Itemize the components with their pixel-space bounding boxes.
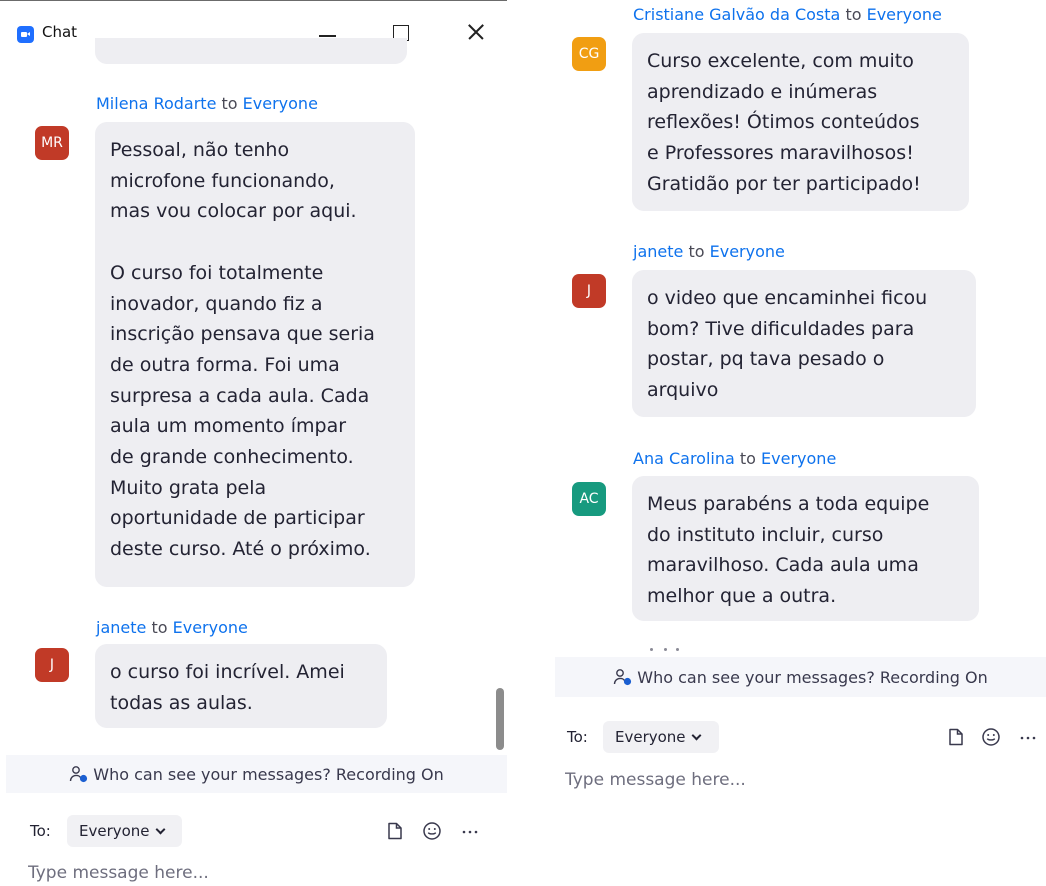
message-bubble: Meus parabéns a toda equipe do instituto… <box>632 476 979 621</box>
chat-window-right: Cristiane Galvão da Costa to Everyone CG… <box>555 0 1046 886</box>
chevron-down-icon <box>155 824 165 834</box>
to-label: To: <box>30 822 51 840</box>
sender-name[interactable]: Ana Carolina <box>633 449 740 468</box>
message-header: Ana Carolina to Everyone <box>633 449 836 468</box>
avatar: J <box>35 648 69 682</box>
message-bubble: o curso foi incrível. Amei todas as aula… <box>95 644 387 728</box>
to-word: to <box>845 5 862 24</box>
message-bubble: Curso excelente, com muito aprendizado e… <box>632 33 969 211</box>
more-icon[interactable] <box>1018 727 1038 747</box>
sender-name[interactable]: janete <box>633 242 683 261</box>
to-word: to <box>739 449 756 468</box>
sender-name[interactable]: Cristiane Galvão da Costa <box>633 5 840 24</box>
visibility-notice[interactable]: Who can see your messages? Recording On <box>555 657 1046 697</box>
sender-name[interactable]: janete <box>96 618 146 637</box>
recipient-value: Everyone <box>79 822 150 840</box>
message-header: Milena Rodarte to Everyone <box>96 94 318 113</box>
close-icon[interactable] <box>463 19 489 45</box>
more-icon[interactable] <box>460 821 480 841</box>
previous-message-bubble <box>95 38 407 64</box>
sender-name[interactable]: Milena Rodarte <box>96 94 216 113</box>
avatar: CG <box>572 37 606 71</box>
message-bubble: Pessoal, não tenho microfone funcionando… <box>95 122 415 587</box>
zoom-chat-icon <box>17 26 34 43</box>
message-recipient[interactable]: Everyone <box>173 618 248 637</box>
notice-text: Who can see your messages? Recording On <box>637 667 988 687</box>
notice-text: Who can see your messages? Recording On <box>93 764 444 784</box>
message-recipient[interactable]: Everyone <box>243 94 318 113</box>
recipient-dropdown[interactable]: Everyone <box>603 721 719 753</box>
emoji-icon[interactable] <box>422 821 442 841</box>
recipient-dropdown[interactable]: Everyone <box>67 815 182 847</box>
scrollbar[interactable] <box>493 62 506 750</box>
scrollbar-thumb[interactable] <box>496 688 504 750</box>
to-word: to <box>151 618 168 637</box>
to-word: to <box>221 94 238 113</box>
window-title: Chat <box>42 23 78 41</box>
to-word: to <box>688 242 705 261</box>
visibility-notice[interactable]: Who can see your messages? Recording On <box>6 755 507 793</box>
emoji-icon[interactable] <box>981 727 1001 747</box>
message-header: Cristiane Galvão da Costa to Everyone <box>633 5 942 24</box>
next-message-fragment <box>650 646 690 652</box>
users-icon <box>69 765 89 783</box>
message-input[interactable] <box>28 861 488 885</box>
message-recipient[interactable]: Everyone <box>867 5 942 24</box>
message-input[interactable] <box>565 768 1035 792</box>
to-label: To: <box>567 728 588 746</box>
chat-window-left: Chat Milena Rodarte to Everyone MR Pesso… <box>0 0 507 886</box>
message-recipient[interactable]: Everyone <box>710 242 785 261</box>
message-header: janete to Everyone <box>633 242 785 261</box>
file-icon[interactable] <box>946 727 966 747</box>
message-header: janete to Everyone <box>96 618 248 637</box>
avatar: J <box>572 274 606 308</box>
recipient-value: Everyone <box>615 728 686 746</box>
users-icon <box>613 668 633 686</box>
avatar: AC <box>572 482 606 516</box>
file-icon[interactable] <box>385 821 405 841</box>
avatar: MR <box>35 126 69 160</box>
message-bubble: o video que encaminhei ficou bom? Tive d… <box>632 270 976 417</box>
message-recipient[interactable]: Everyone <box>761 449 836 468</box>
chevron-down-icon <box>691 730 701 740</box>
